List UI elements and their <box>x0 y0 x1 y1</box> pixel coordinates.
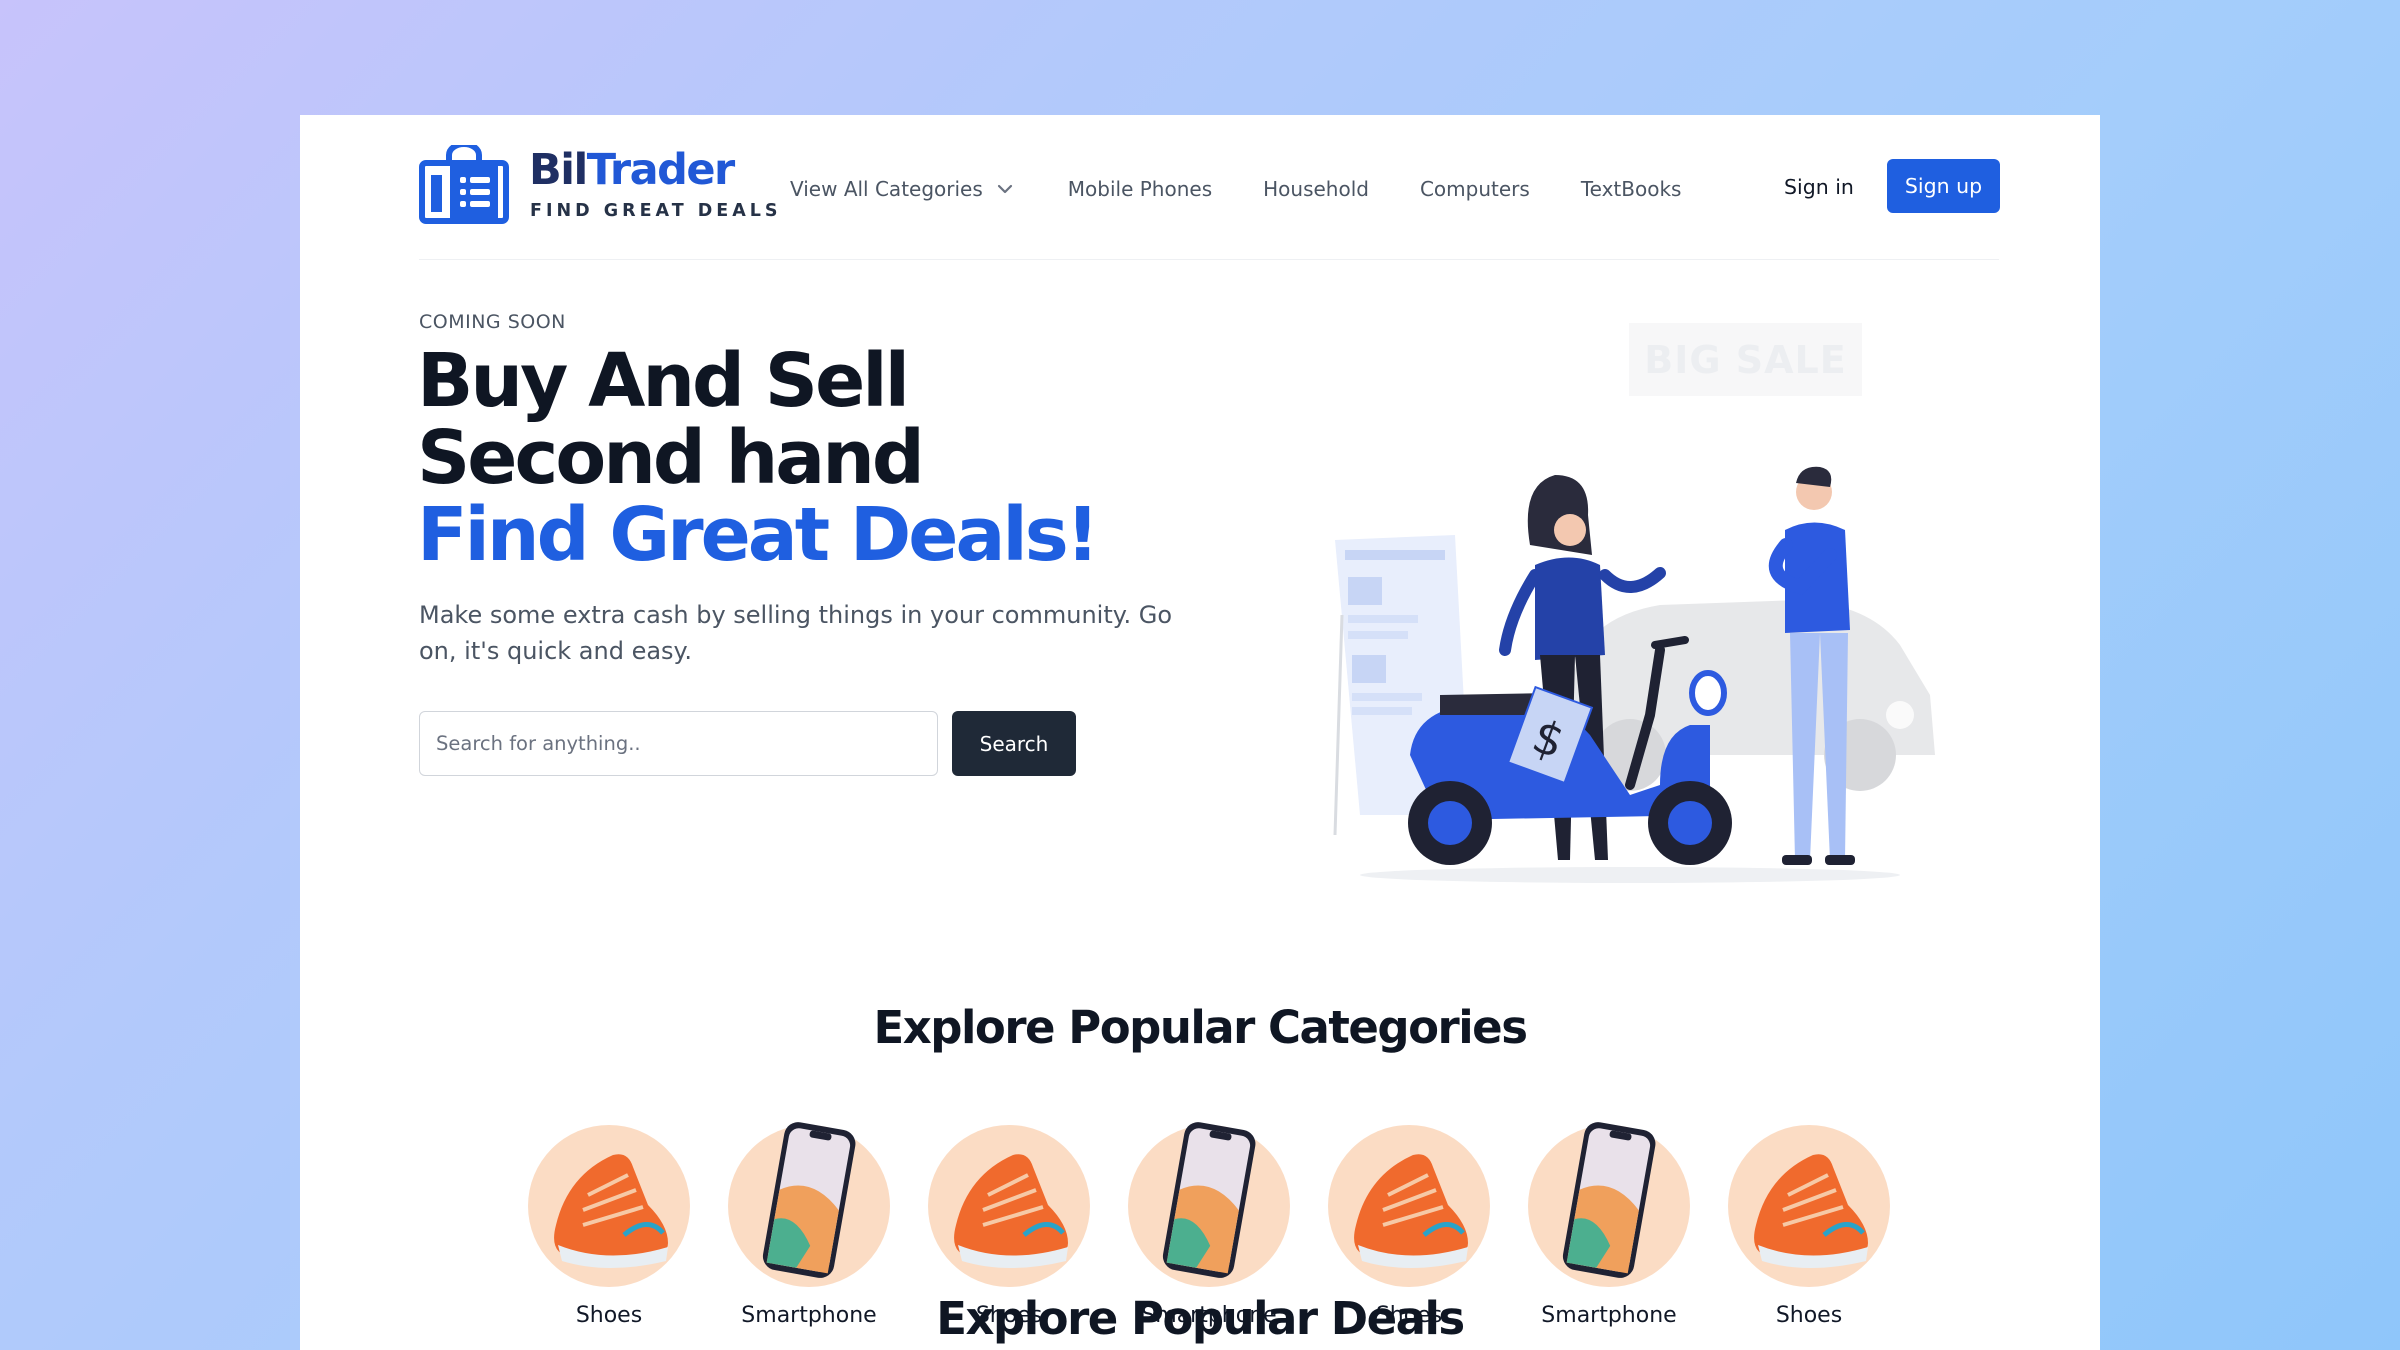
brand-tagline: FIND GREAT DEALS <box>530 201 782 221</box>
page-container: BilTrader FIND GREAT DEALS View All Cate… <box>300 115 2100 1350</box>
category-thumbnail <box>1528 1122 1690 1287</box>
hero-title: Buy And Sell Second hand Find Great Deal… <box>417 343 1197 574</box>
hero-title-line1: Buy And Sell Second hand <box>417 338 925 501</box>
shoe-icon <box>1754 1154 1868 1268</box>
search-button[interactable]: Search <box>952 711 1076 776</box>
signin-link[interactable]: Sign in <box>1784 175 1854 199</box>
category-thumbnail <box>1128 1122 1290 1287</box>
brand-name: BilTrader <box>529 149 735 192</box>
shoe-icon <box>554 1154 668 1268</box>
signup-button[interactable]: Sign up <box>1887 159 2000 213</box>
category-thumbnail <box>928 1125 1090 1287</box>
main-nav: View All Categories Mobile Phones Househ… <box>790 177 1732 201</box>
nav-item-computers[interactable]: Computers <box>1420 177 1530 201</box>
smartphone-icon <box>1562 1122 1656 1278</box>
brand-name-part-a: Bil <box>529 145 588 195</box>
category-thumbnail <box>528 1125 690 1287</box>
categories-section-title: Explore Popular Categories <box>873 1001 1528 1054</box>
big-sale-sign: BIG SALE <box>1629 323 1862 396</box>
shoe-icon <box>1354 1154 1468 1268</box>
nav-item-label: View All Categories <box>790 177 983 201</box>
smartphone-icon <box>1162 1122 1256 1278</box>
hero-title-line2: Find Great Deals! <box>417 492 1100 578</box>
nav-item-all-categories[interactable]: View All Categories <box>790 177 1017 201</box>
hero-people-scooter: $ <box>1360 466 1900 883</box>
category-thumbnail <box>1328 1125 1490 1287</box>
category-thumbnail <box>1728 1125 1890 1287</box>
chevron-down-icon <box>997 184 1012 194</box>
nav-item-household[interactable]: Household <box>1263 177 1369 201</box>
nav-item-textbooks[interactable]: TextBooks <box>1581 177 1682 201</box>
brand-logo[interactable]: BilTrader FIND GREAT DEALS <box>419 145 778 225</box>
hero-description: Make some extra cash by selling things i… <box>419 601 1173 665</box>
shoe-icon <box>954 1154 1068 1268</box>
search-input[interactable] <box>419 711 938 776</box>
nav-item-mobile-phones[interactable]: Mobile Phones <box>1068 177 1212 201</box>
shopping-bag-icon <box>419 145 509 224</box>
site-header: BilTrader FIND GREAT DEALS View All Cate… <box>419 115 2000 260</box>
category-thumbnail <box>728 1122 890 1287</box>
brand-name-part-b: Trader <box>586 145 735 195</box>
smartphone-icon <box>762 1122 856 1278</box>
hero-eyebrow: COMING SOON <box>419 311 566 333</box>
deals-section-title: Explore Popular Deals <box>936 1292 1465 1345</box>
